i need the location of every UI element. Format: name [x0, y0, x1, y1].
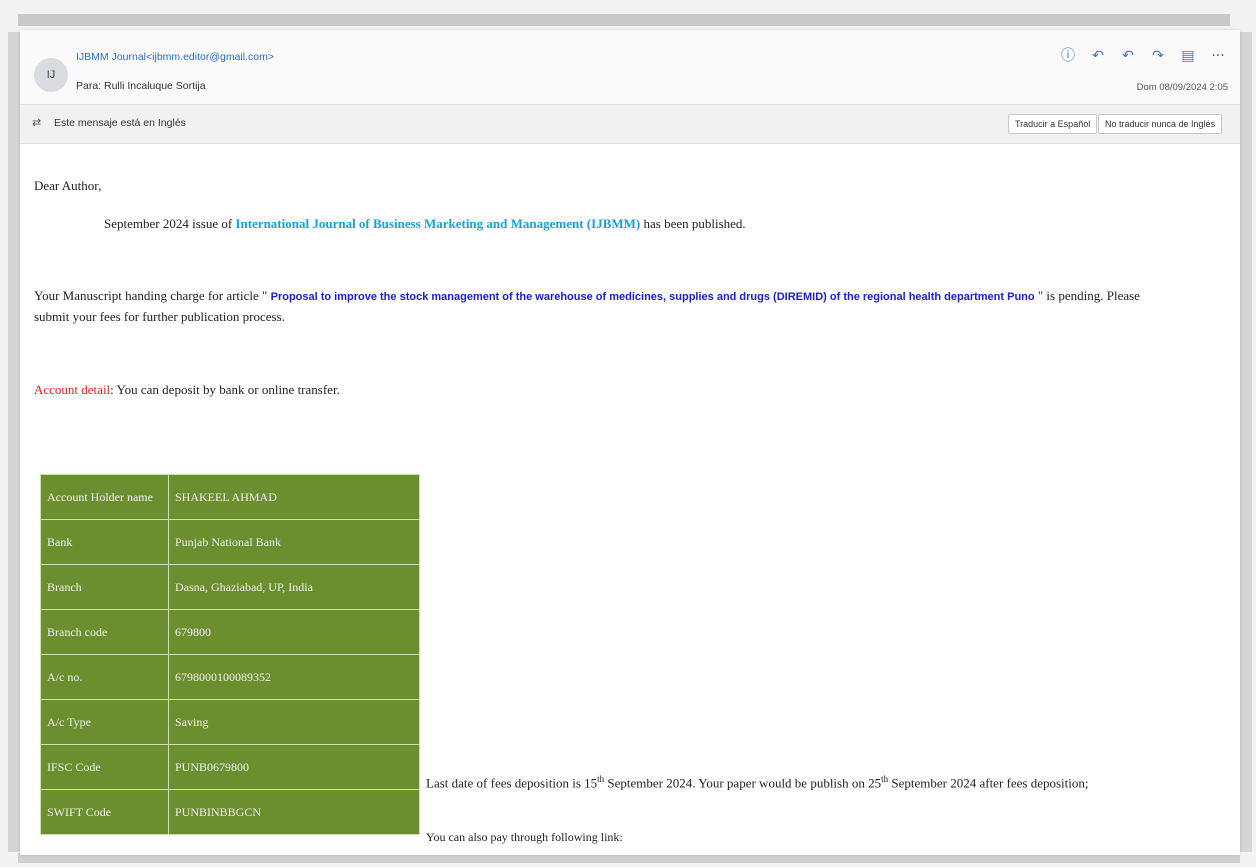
manuscript-line2: submit your fees for further publication…: [34, 309, 285, 324]
manuscript-suffix: " is pending. Please: [1034, 288, 1140, 303]
left-frame-bar: [8, 32, 20, 852]
journal-link[interactable]: International Journal of Business Market…: [235, 216, 640, 231]
translate-icon: ⇄: [32, 116, 42, 129]
issue-suffix: has been published.: [640, 216, 746, 231]
email-window: IJ IJBMM Journal<ijbmm.editor@gmail.com>…: [20, 30, 1240, 855]
translate-button[interactable]: Traducir a Español: [1008, 114, 1098, 134]
deadline-suffix: September 2024 after fees deposition;: [888, 775, 1089, 791]
reply-all-icon[interactable]: ↶: [1120, 48, 1136, 64]
deadline-mid: September 2024. Your paper would be publ…: [604, 775, 882, 791]
recipient-line: Para: Rulli Incaluque Sortija: [76, 80, 206, 92]
table-row: A/c no. 6798000100089352: [40, 654, 420, 700]
table-value: PUNBINBBGCN: [168, 789, 420, 835]
translation-message: Este mensaje está en Inglés: [54, 117, 186, 129]
table-row: Branch Dasna, Ghaziabad, UP, India: [40, 564, 420, 610]
table-key: A/c no.: [40, 654, 169, 700]
manuscript-paragraph: Your Manuscript handing charge for artic…: [34, 286, 1224, 327]
deadline-line: Last date of fees deposition is 15th Sep…: [426, 774, 1088, 791]
table-key: Branch: [40, 564, 169, 610]
table-value: 679800: [168, 609, 420, 655]
account-table: Account Holder name SHAKEEL AHMAD Bank Pun…: [40, 474, 420, 835]
reply-icon[interactable]: ↶: [1090, 48, 1106, 64]
sensitivity-icon[interactable]: ⓘ: [1060, 48, 1076, 64]
account-text: : You can deposit by bank or online tran…: [110, 382, 340, 397]
table-key: IFSC Code: [40, 744, 169, 790]
sender-address[interactable]: IJBMM Journal<ijbmm.editor@gmail.com>: [76, 51, 274, 63]
table-row: A/c Type Saving: [40, 699, 420, 745]
table-value: SHAKEEL AHMAD: [168, 474, 420, 520]
table-value: PUNB0679800: [168, 744, 420, 790]
table-value: Dasna, Ghaziabad, UP, India: [168, 564, 420, 610]
translation-bar: ⇄ Este mensaje está en Inglés Traducir a…: [20, 104, 1240, 144]
email-actions: ⓘ ↶ ↶ ↷ ▤ ···: [1060, 48, 1226, 64]
table-key: Account Holder name: [40, 474, 169, 520]
account-detail-line: Account detail: You can deposit by bank …: [34, 382, 340, 398]
table-value: Punjab National Bank: [168, 519, 420, 565]
table-value: 6798000100089352: [168, 654, 420, 700]
account-label: Account detail: [34, 382, 111, 397]
forward-icon[interactable]: ↷: [1150, 48, 1166, 64]
notes-icon[interactable]: ▤: [1180, 48, 1196, 64]
sender-avatar[interactable]: IJ: [34, 58, 68, 92]
deadline-prefix: Last date of fees deposition is 15: [426, 775, 598, 791]
table-value: Saving: [168, 699, 420, 745]
table-key: Bank: [40, 519, 169, 565]
manuscript-prefix: Your Manuscript handing charge for artic…: [34, 288, 271, 303]
table-key: SWIFT Code: [40, 789, 169, 835]
table-key: Branch code: [40, 609, 169, 655]
more-icon[interactable]: ···: [1210, 48, 1226, 64]
right-frame-bar: [1240, 32, 1252, 852]
email-header: IJ IJBMM Journal<ijbmm.editor@gmail.com>…: [20, 30, 1240, 104]
email-body: Dear Author, September 2024 issue of Int…: [20, 142, 1240, 855]
top-frame-bar: [18, 14, 1230, 26]
table-row: Bank Punjab National Bank: [40, 519, 420, 565]
greeting: Dear Author,: [34, 178, 102, 193]
table-key: A/c Type: [40, 699, 169, 745]
email-date: Dom 08/09/2024 2:05: [1136, 82, 1228, 93]
article-title: Proposal to improve the stock management…: [270, 291, 1035, 303]
issue-line: September 2024 issue of International Jo…: [104, 216, 746, 232]
never-translate-button[interactable]: No traducir nunca de Inglés: [1098, 114, 1223, 134]
table-row: Account Holder name SHAKEEL AHMAD: [40, 474, 420, 520]
issue-prefix: September 2024 issue of: [104, 216, 236, 231]
pay-link-line: You can also pay through following link:: [426, 830, 623, 844]
table-row: IFSC Code PUNB0679800: [40, 744, 420, 790]
table-row: SWIFT Code PUNBINBBGCN: [40, 789, 420, 835]
table-row: Branch code 679800: [40, 609, 420, 655]
